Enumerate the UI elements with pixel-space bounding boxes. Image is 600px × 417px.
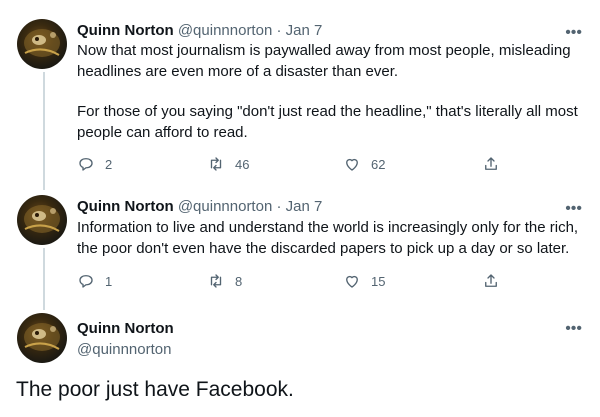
like-button[interactable]: 15 xyxy=(343,272,385,290)
author-handle[interactable]: @quinnnorton xyxy=(77,339,174,360)
reply-count: 2 xyxy=(105,156,113,172)
avatar[interactable] xyxy=(17,313,67,363)
like-count: 15 xyxy=(371,273,386,289)
share-button[interactable] xyxy=(482,272,500,290)
reply-icon xyxy=(79,275,93,288)
tweet-header: Quinn Norton @quinnnorton · Jan 7 xyxy=(77,21,322,41)
timestamp[interactable]: Jan 7 xyxy=(286,198,323,215)
retweet-button[interactable]: 46 xyxy=(207,155,249,173)
retweet-icon xyxy=(210,274,222,288)
avatar[interactable] xyxy=(17,195,67,245)
tweet-text: Information to live and understand the w… xyxy=(77,218,587,259)
tweet-text: Now that most journalism is paywalled aw… xyxy=(77,41,587,143)
separator: · xyxy=(276,22,282,39)
author-block: Quinn Norton @quinnnorton xyxy=(77,318,174,360)
reply-icon xyxy=(79,158,93,171)
more-icon[interactable]: ••• xyxy=(565,201,582,217)
thread-connector xyxy=(43,72,45,190)
reply-button[interactable]: 1 xyxy=(77,272,112,290)
separator: · xyxy=(276,198,282,215)
author-name[interactable]: Quinn Norton xyxy=(77,198,174,215)
tweet-paragraph: Information to live and understand the w… xyxy=(77,219,579,257)
like-icon xyxy=(346,158,358,171)
like-icon xyxy=(346,275,358,288)
focused-tweet-text: The poor just have Facebook. xyxy=(16,378,294,401)
author-name[interactable]: Quinn Norton xyxy=(77,22,174,39)
retweet-icon xyxy=(210,157,222,171)
tweet-paragraph: For those of you saying "don't just read… xyxy=(77,103,578,141)
share-icon xyxy=(485,157,497,170)
retweet-count: 8 xyxy=(235,273,243,289)
share-button[interactable] xyxy=(482,155,500,173)
tweet-actions: 1 8 15 xyxy=(77,272,497,292)
like-count: 62 xyxy=(371,156,386,172)
author-name[interactable]: Quinn Norton xyxy=(77,318,174,339)
retweet-count: 46 xyxy=(235,156,250,172)
author-handle[interactable]: @quinnnorton xyxy=(178,198,272,215)
tweet-actions: 2 46 62 xyxy=(77,155,497,175)
thread-connector xyxy=(43,248,45,310)
avatar[interactable] xyxy=(17,19,67,69)
more-icon[interactable]: ••• xyxy=(565,25,582,41)
share-icon xyxy=(485,274,497,287)
reply-button[interactable]: 2 xyxy=(77,155,112,173)
more-icon[interactable]: ••• xyxy=(565,321,582,337)
retweet-button[interactable]: 8 xyxy=(207,272,242,290)
reply-count: 1 xyxy=(105,273,113,289)
like-button[interactable]: 62 xyxy=(343,155,385,173)
tweet-paragraph: Now that most journalism is paywalled aw… xyxy=(77,42,571,80)
timestamp[interactable]: Jan 7 xyxy=(286,22,323,39)
tweet-header: Quinn Norton @quinnnorton · Jan 7 xyxy=(77,197,322,217)
author-handle[interactable]: @quinnnorton xyxy=(178,22,272,39)
